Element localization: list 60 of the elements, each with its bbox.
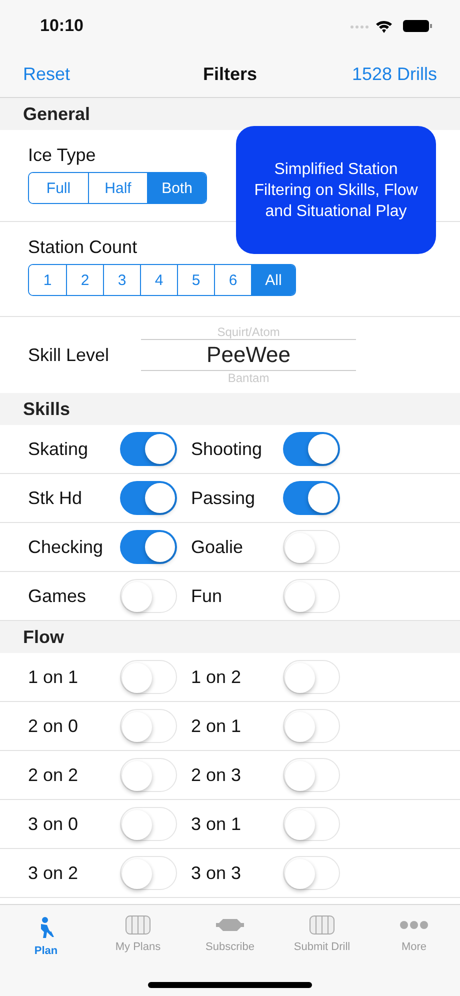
toggle-switch[interactable] [283, 856, 340, 890]
toggle-label: Checking [28, 536, 104, 558]
section-header: Flow [0, 621, 460, 653]
toggle-switch[interactable] [283, 758, 340, 792]
toggle-switch[interactable] [120, 481, 177, 515]
toggle-switch[interactable] [120, 758, 177, 792]
toggle-switch[interactable] [120, 660, 177, 694]
field-label: Skill Level [28, 344, 110, 366]
field-label: Station Count [28, 237, 138, 258]
toggle-label: Shooting [191, 438, 262, 460]
toggle-switch[interactable] [283, 530, 340, 564]
tab[interactable]: My Plans [94, 915, 182, 953]
segment[interactable]: Both [147, 173, 206, 203]
cellular-signal-icon [350, 26, 368, 28]
toggle-switch[interactable] [120, 530, 177, 564]
section-header: General [0, 98, 460, 130]
tab[interactable]: Plan [2, 915, 90, 957]
toggle-switch[interactable] [283, 481, 340, 515]
battery-icon [403, 20, 432, 32]
toggle-switch[interactable] [283, 807, 340, 841]
toggle-label: 3 on 2 [28, 862, 78, 884]
toggle-switch[interactable] [283, 579, 340, 613]
toggle-label: Fun [191, 586, 222, 606]
status-time: 10:10 [40, 16, 84, 36]
toggle-label: 1 on 2 [191, 666, 242, 688]
toggle-label: Passing [191, 488, 256, 508]
nav-title: Filters [202, 64, 258, 85]
toggle-switch[interactable] [120, 807, 177, 841]
tab[interactable]: Subscribe [186, 915, 274, 953]
toggle-label: 2 on 1 [191, 716, 242, 736]
toggle-label: Skating [28, 438, 88, 460]
toggle-label: 3 on 3 [191, 862, 242, 884]
callout-banner: Simplified Station Filtering on Skills, Flow and Situational Play [236, 126, 436, 254]
picker-option[interactable]: PeeWee [141, 339, 356, 371]
toggle-switch[interactable] [283, 709, 340, 743]
toggle-switch[interactable] [283, 660, 340, 694]
toggle-label: 2 on 0 [28, 716, 78, 736]
toggle-label: Games [28, 586, 86, 606]
section-header: Skills [0, 393, 460, 425]
toggle-label: 1 on 1 [28, 666, 78, 688]
field-label: Ice Type [28, 145, 96, 166]
toggle-label: 2 on 3 [191, 764, 242, 786]
rink-icon [309, 915, 335, 935]
reset-button[interactable]: Reset [23, 64, 70, 85]
toggle-label: Goalie [191, 536, 244, 558]
toggle-label: 3 on 1 [191, 814, 242, 834]
segment[interactable]: All [251, 265, 295, 295]
rink-icon [125, 915, 151, 935]
toggle-switch[interactable] [120, 856, 177, 890]
drills-count-button[interactable]: 1528 Drills [352, 64, 437, 85]
toggle-switch[interactable] [120, 709, 177, 743]
wifi-icon [376, 20, 392, 33]
toggle-label: Stk Hd [28, 488, 82, 508]
toggle-switch[interactable] [283, 432, 340, 466]
tab[interactable]: Submit Drill [278, 915, 366, 953]
toggle-label: 2 on 2 [28, 764, 78, 786]
tab[interactable]: More [370, 915, 458, 953]
toggle-switch[interactable] [120, 579, 177, 613]
toggle-label: 3 on 0 [28, 814, 78, 834]
toggle-switch[interactable] [120, 432, 177, 466]
